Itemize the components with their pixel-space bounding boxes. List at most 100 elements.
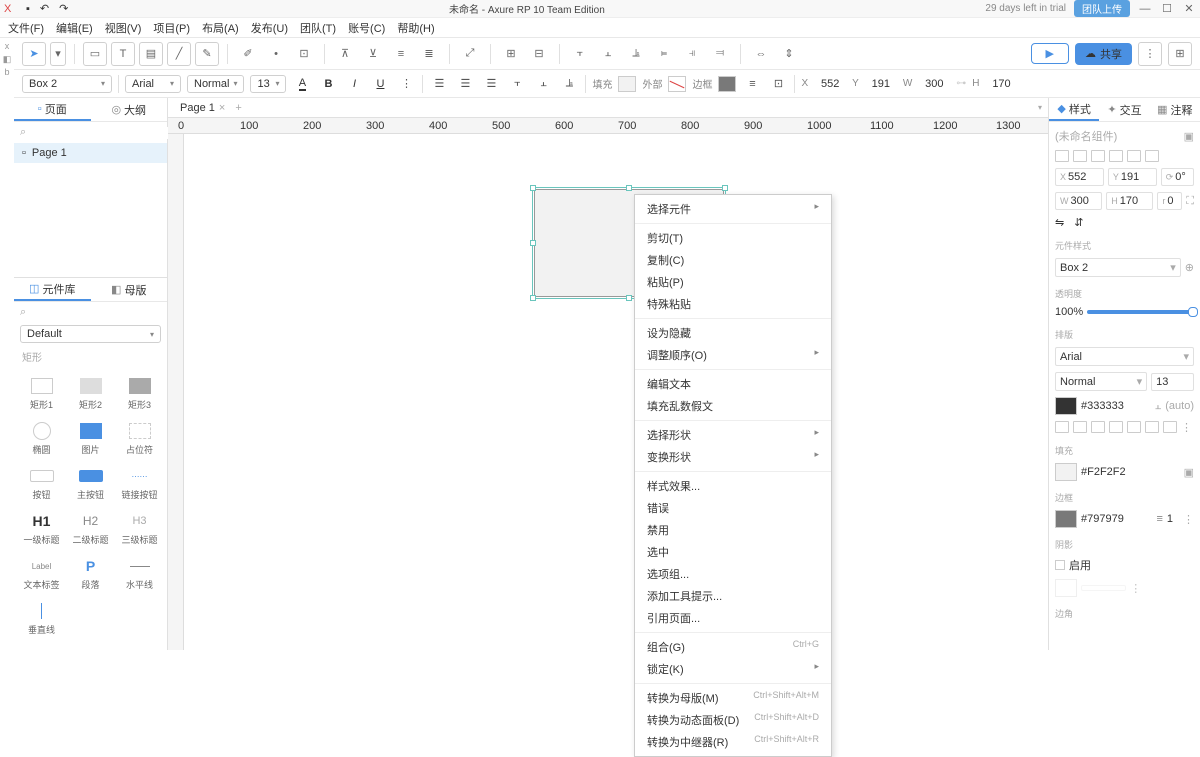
ctx-item[interactable]: 填充乱数假文 [635,395,831,417]
pen-tool[interactable]: ✎ [195,42,219,66]
ctx-item[interactable]: 复制(C) [635,249,831,271]
aspect-icon[interactable]: ⛶ [1186,195,1194,208]
tab-style[interactable]: ◆ 样式 [1049,98,1099,121]
lib-search-input[interactable] [30,307,167,319]
ctx-item[interactable]: 转换为动态面板(D)Ctrl+Shift+Alt+D [635,709,831,731]
sidetab-3[interactable]: b [0,68,14,77]
lib-h1[interactable]: H1一级标题 [18,507,65,550]
tab-pages[interactable]: ▫ 页面 [14,98,91,121]
tab-outline[interactable]: ◎ 大纲 [91,98,168,121]
undo-icon[interactable]: ↶ [40,2,49,15]
ctx-item[interactable]: 引用页面... [635,607,831,629]
ctx-item[interactable]: 组合(G)Ctrl+G [635,636,831,658]
al2-icon[interactable]: ⫠ [596,42,620,66]
lib-button[interactable]: 按钮 [18,462,65,505]
point-tool[interactable]: • [264,42,288,66]
valign-top-icon[interactable]: ⫟ [507,74,527,94]
al4-icon[interactable]: ⫢ [652,42,676,66]
rp-rot[interactable]: ⟳0° [1161,168,1194,186]
tab-masters[interactable]: ◧ 母版 [91,278,168,301]
lib-placeholder[interactable]: 占位符 [116,417,163,460]
menu-publish[interactable]: 发布(U) [251,20,288,36]
border-swatch[interactable] [1055,510,1077,528]
menu-team[interactable]: 团队(T) [300,20,336,36]
lib-h2[interactable]: H2二级标题 [67,507,114,550]
more-text-icon[interactable]: ⋮ [396,74,416,94]
size-select[interactable]: 13▾ [250,75,286,93]
rp-r[interactable]: r0 [1157,192,1182,210]
ctx-item[interactable]: 特殊粘贴 [635,293,831,315]
menu-account[interactable]: 账号(C) [348,20,385,36]
menu-file[interactable]: 文件(F) [8,20,44,36]
border-swatch[interactable] [718,76,736,92]
canvas[interactable]: 选择元件▸剪切(T)复制(C)粘贴(P)特殊粘贴设为隐藏调整顺序(O)▸编辑文本… [184,134,1048,650]
preview-button[interactable]: ▶ [1031,43,1069,64]
lib-label[interactable]: Label文本标签 [18,552,65,595]
connect-tool[interactable]: ⊡ [292,42,316,66]
rp-style-select[interactable]: Box 2▾ [1055,258,1181,277]
text-align-row[interactable]: ⋮ [1055,421,1194,434]
al6-icon[interactable]: ⫤ [708,42,732,66]
more2-button[interactable]: ⊞ [1168,42,1192,66]
ctx-item[interactable]: 选中 [635,541,831,563]
dist-h-icon[interactable]: ⇔ [749,42,773,66]
position-icons[interactable] [1055,150,1194,162]
weight-select[interactable]: Normal▾ [187,75,244,93]
ctx-item[interactable]: 剪切(T) [635,227,831,249]
ctx-item[interactable]: 选择元件▸ [635,198,831,220]
sidetab-2[interactable]: ◧ [0,55,14,64]
menu-help[interactable]: 帮助(H) [397,20,434,36]
underline-icon[interactable]: U [370,74,390,94]
outer-swatch[interactable] [668,76,686,92]
filter1-icon[interactable]: ≡ [389,42,413,66]
align-right-icon[interactable]: ☰ [481,74,501,94]
color-icon[interactable]: A [292,74,312,94]
y-input[interactable]: 191 [865,78,897,90]
align-left-icon[interactable]: ☰ [429,74,449,94]
ctx-item[interactable]: 禁用 [635,519,831,541]
lib-hline[interactable]: 水平线 [116,552,163,595]
ctx-item[interactable]: 选择形状▸ [635,424,831,446]
save-icon[interactable]: ▪ [26,3,30,15]
valign-mid-icon[interactable]: ⫠ [533,74,553,94]
ungroup-icon[interactable]: ⊟ [527,42,551,66]
sidetab-1[interactable]: x [0,42,14,51]
ctx-item[interactable]: 编辑文本 [635,373,831,395]
lib-rect3[interactable]: 矩形3 [116,372,163,415]
border-more-icon[interactable]: ⋮ [1183,513,1194,526]
al1-icon[interactable]: ⫟ [568,42,592,66]
lib-h3[interactable]: H3三级标题 [116,507,163,550]
widget-name[interactable]: (未命名组件) [1055,128,1180,144]
library-select[interactable]: Default▾ [20,325,161,343]
lock-icon[interactable]: ⊶ [956,78,966,89]
upload-button[interactable]: 团队上传 [1074,0,1130,17]
dist-v-icon[interactable]: ⇕ [777,42,801,66]
al3-icon[interactable]: ⫡ [624,42,648,66]
style-opts-icon[interactable]: ⊕ [1185,261,1194,274]
border-width[interactable]: 1 [1167,513,1173,525]
lib-vline[interactable]: 垂直线 [18,597,65,640]
w-input[interactable]: 300 [918,78,950,90]
ctx-item[interactable]: 设为隐藏 [635,322,831,344]
bold-icon[interactable]: B [318,74,338,94]
ctx-item[interactable]: 锁定(K)▸ [635,658,831,680]
rp-size[interactable]: 13 [1151,373,1194,391]
italic-icon[interactable]: I [344,74,364,94]
text-tool[interactable]: T [111,42,135,66]
ctx-item[interactable]: 错误 [635,497,831,519]
rp-y[interactable]: Y191 [1108,168,1157,186]
page-tab[interactable]: Page 1× [174,100,231,116]
rp-w[interactable]: W300 [1055,192,1102,210]
menu-layout[interactable]: 布局(A) [202,20,239,36]
align-center-icon[interactable]: ☰ [455,74,475,94]
lib-image[interactable]: 图片 [67,417,114,460]
flip-h-icon[interactable]: ⇋ [1055,216,1064,229]
h-input[interactable]: 170 [986,78,1018,90]
hand-tool[interactable]: ▾ [50,42,66,66]
ctx-item[interactable]: 变换形状▸ [635,446,831,468]
rp-weight[interactable]: Normal▾ [1055,372,1147,391]
folder-icon[interactable]: ▣ [1184,130,1194,143]
line-tool[interactable]: ╱ [167,42,191,66]
style-select[interactable]: Box 2▾ [22,75,112,93]
shadow-checkbox[interactable] [1055,560,1065,570]
